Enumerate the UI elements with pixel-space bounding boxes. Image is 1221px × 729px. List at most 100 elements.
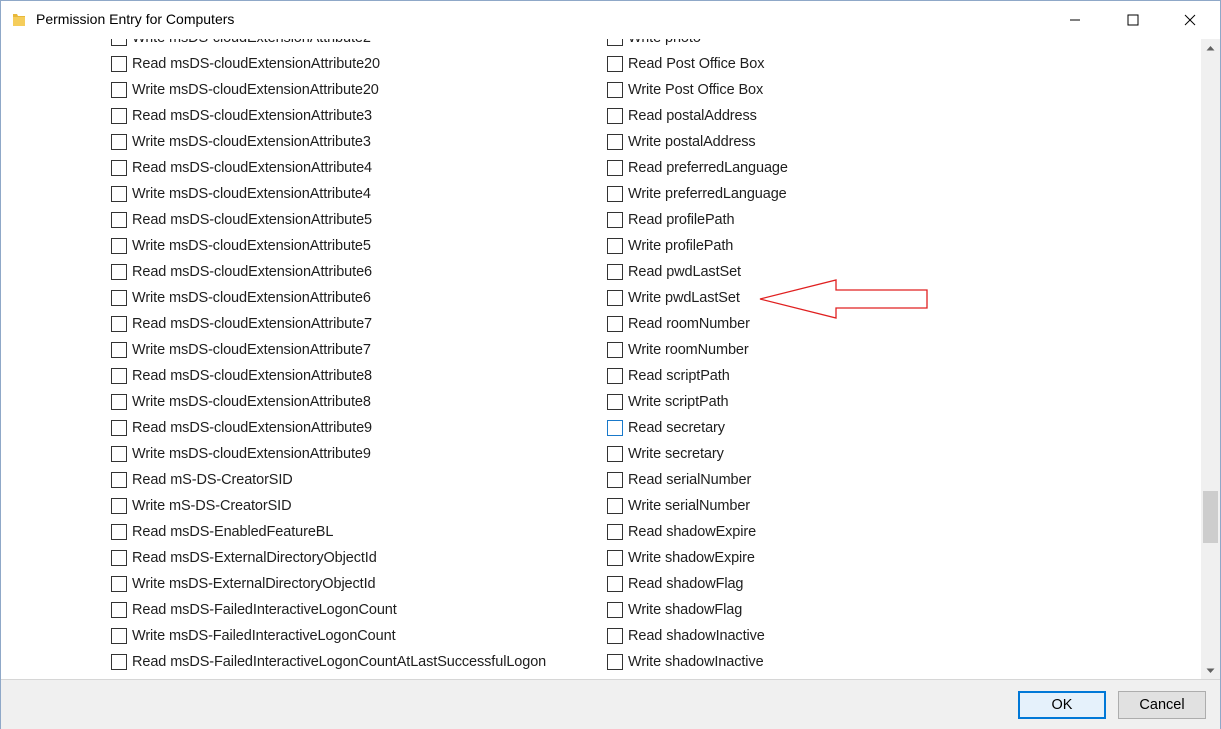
permission-checkbox[interactable] [111, 290, 127, 306]
permission-row[interactable]: Read msDS-ExternalDirectoryObjectId [111, 545, 546, 571]
permission-row[interactable]: Read serialNumber [607, 467, 788, 493]
permission-checkbox[interactable] [607, 498, 623, 514]
permission-row[interactable]: Write msDS-cloudExtensionAttribute2 [111, 39, 546, 51]
title-bar[interactable]: Permission Entry for Computers [1, 1, 1220, 39]
permission-row[interactable]: Write msDS-FailedInteractiveLogonCount [111, 623, 546, 649]
permission-checkbox[interactable] [607, 238, 623, 254]
permission-row[interactable]: Write preferredLanguage [607, 181, 788, 207]
permission-row[interactable]: Write shadowFlag [607, 597, 788, 623]
permission-checkbox[interactable] [111, 498, 127, 514]
permission-checkbox[interactable] [111, 342, 127, 358]
permission-checkbox[interactable] [111, 238, 127, 254]
permission-row[interactable]: Read msDS-cloudExtensionAttribute3 [111, 103, 546, 129]
permission-row[interactable]: Write msDS-cloudExtensionAttribute8 [111, 389, 546, 415]
permission-checkbox[interactable] [607, 82, 623, 98]
permission-row[interactable]: Read msDS-cloudExtensionAttribute9 [111, 415, 546, 441]
permission-checkbox[interactable] [111, 420, 127, 436]
scroll-up-button[interactable] [1201, 39, 1220, 56]
permission-checkbox[interactable] [111, 160, 127, 176]
permission-checkbox[interactable] [607, 56, 623, 72]
scroll-down-button[interactable] [1201, 662, 1220, 679]
maximize-button[interactable] [1110, 1, 1156, 39]
permission-row[interactable]: Write mS-DS-CreatorSID [111, 493, 546, 519]
vertical-scrollbar[interactable] [1201, 39, 1220, 679]
permission-row[interactable]: Write msDS-cloudExtensionAttribute9 [111, 441, 546, 467]
permission-checkbox[interactable] [607, 160, 623, 176]
permission-checkbox[interactable] [111, 56, 127, 72]
permission-row[interactable]: Read msDS-FailedInteractiveLogonCountAtL… [111, 649, 546, 675]
permission-row[interactable]: Write Post Office Box [607, 77, 788, 103]
permission-checkbox[interactable] [111, 39, 127, 46]
permission-checkbox[interactable] [607, 264, 623, 280]
cancel-button[interactable]: Cancel [1118, 691, 1206, 719]
permission-checkbox[interactable] [111, 212, 127, 228]
permission-row[interactable]: Write shadowInactive [607, 649, 788, 675]
permission-row[interactable]: Read preferredLanguage [607, 155, 788, 181]
permission-checkbox[interactable] [111, 654, 127, 670]
permission-checkbox[interactable] [607, 654, 623, 670]
permission-row[interactable]: Read shadowExpire [607, 519, 788, 545]
permission-checkbox[interactable] [607, 368, 623, 384]
permission-row[interactable]: Read shadowFlag [607, 571, 788, 597]
permission-checkbox[interactable] [111, 628, 127, 644]
permission-checkbox[interactable] [607, 212, 623, 228]
permission-checkbox[interactable] [607, 576, 623, 592]
permission-checkbox[interactable] [607, 39, 623, 46]
scrollbar-thumb[interactable] [1203, 491, 1218, 543]
permission-row[interactable]: Write msDS-cloudExtensionAttribute5 [111, 233, 546, 259]
permission-row[interactable]: Read msDS-cloudExtensionAttribute20 [111, 51, 546, 77]
permission-checkbox[interactable] [111, 550, 127, 566]
permission-checkbox[interactable] [111, 524, 127, 540]
permission-row[interactable]: Write msDS-ExternalDirectoryObjectId [111, 571, 546, 597]
permission-row[interactable]: Read postalAddress [607, 103, 788, 129]
permission-checkbox[interactable] [111, 576, 127, 592]
permission-checkbox[interactable] [111, 186, 127, 202]
permission-row[interactable]: Write msDS-cloudExtensionAttribute3 [111, 129, 546, 155]
permission-row[interactable]: Read msDS-cloudExtensionAttribute4 [111, 155, 546, 181]
permission-row[interactable]: Write msDS-cloudExtensionAttribute4 [111, 181, 546, 207]
minimize-button[interactable] [1052, 1, 1098, 39]
permission-checkbox[interactable] [111, 264, 127, 280]
permission-row[interactable]: Read mS-DS-CreatorSID [111, 467, 546, 493]
permission-checkbox[interactable] [607, 420, 623, 436]
permission-row[interactable]: Read profilePath [607, 207, 788, 233]
permission-row[interactable]: Write serialNumber [607, 493, 788, 519]
permission-row[interactable]: Read Post Office Box [607, 51, 788, 77]
permission-row[interactable]: Read msDS-cloudExtensionAttribute8 [111, 363, 546, 389]
permission-row[interactable]: Write msDS-cloudExtensionAttribute7 [111, 337, 546, 363]
permission-checkbox[interactable] [607, 342, 623, 358]
permission-row[interactable]: Read msDS-cloudExtensionAttribute7 [111, 311, 546, 337]
permission-checkbox[interactable] [607, 446, 623, 462]
permission-checkbox[interactable] [607, 290, 623, 306]
permission-row[interactable]: Read msDS-FailedInteractiveLogonCount [111, 597, 546, 623]
permission-checkbox[interactable] [607, 628, 623, 644]
permission-row[interactable]: Write postalAddress [607, 129, 788, 155]
permission-row[interactable]: Read scriptPath [607, 363, 788, 389]
permission-checkbox[interactable] [111, 108, 127, 124]
permission-checkbox[interactable] [607, 550, 623, 566]
close-button[interactable] [1167, 1, 1213, 39]
permission-checkbox[interactable] [607, 602, 623, 618]
permission-row[interactable]: Write msDS-cloudExtensionAttribute20 [111, 77, 546, 103]
ok-button[interactable]: OK [1018, 691, 1106, 719]
permission-checkbox[interactable] [607, 134, 623, 150]
permission-checkbox[interactable] [607, 186, 623, 202]
permission-row[interactable]: Write photo [607, 39, 788, 51]
permission-checkbox[interactable] [111, 472, 127, 488]
permission-checkbox[interactable] [111, 446, 127, 462]
permission-checkbox[interactable] [111, 368, 127, 384]
permission-checkbox[interactable] [111, 394, 127, 410]
permission-checkbox[interactable] [607, 524, 623, 540]
permission-checkbox[interactable] [111, 82, 127, 98]
permission-row[interactable]: Write profilePath [607, 233, 788, 259]
permission-row[interactable]: Write msDS-cloudExtensionAttribute6 [111, 285, 546, 311]
permission-row[interactable]: Write roomNumber [607, 337, 788, 363]
permission-row[interactable]: Read msDS-cloudExtensionAttribute5 [111, 207, 546, 233]
permission-checkbox[interactable] [607, 108, 623, 124]
permission-row[interactable]: Write scriptPath [607, 389, 788, 415]
permission-checkbox[interactable] [607, 316, 623, 332]
permission-checkbox[interactable] [607, 472, 623, 488]
permission-checkbox[interactable] [607, 394, 623, 410]
permission-row[interactable]: Write secretary [607, 441, 788, 467]
permission-row[interactable]: Read msDS-cloudExtensionAttribute6 [111, 259, 546, 285]
